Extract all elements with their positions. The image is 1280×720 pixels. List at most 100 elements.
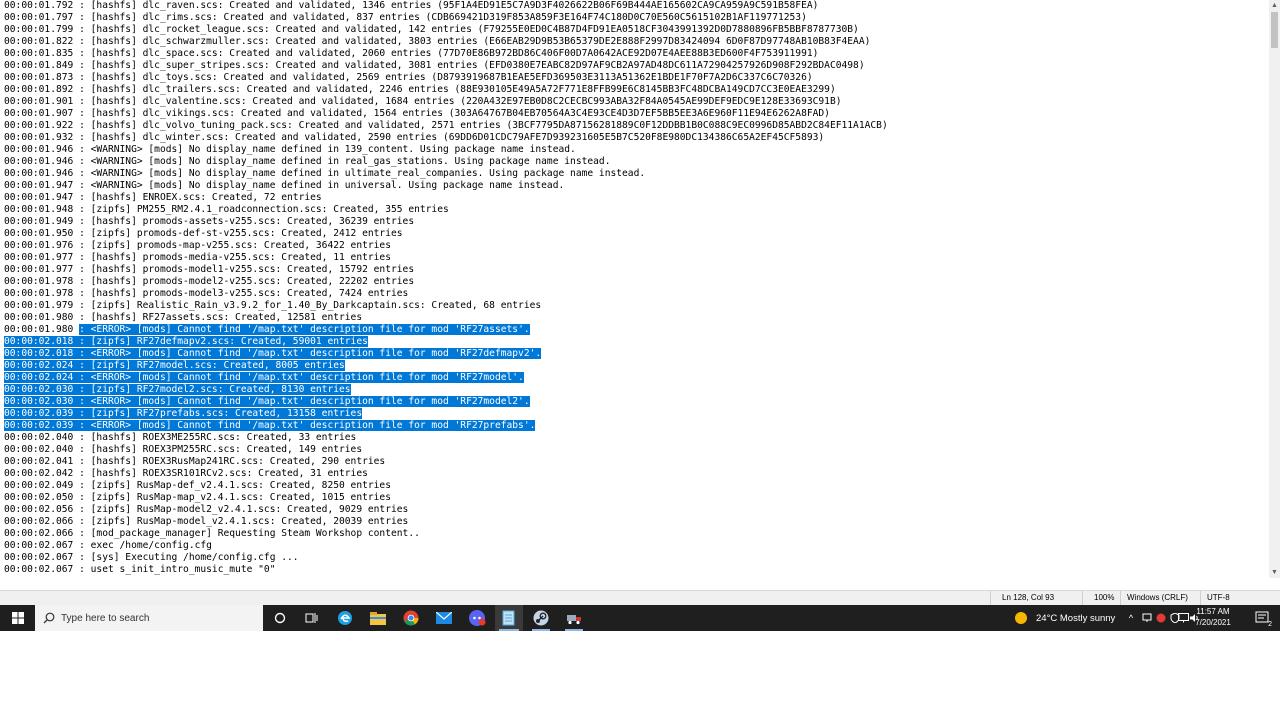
- taskbar-edge[interactable]: [332, 605, 358, 631]
- log-line: 00:00:01.849 : [hashfs] dlc_super_stripe…: [4, 60, 865, 71]
- weather-text: 24°C Mostly sunny: [1036, 612, 1116, 624]
- log-line: 00:00:01.977 : [hashfs] promods-media-v2…: [4, 252, 391, 263]
- taskbar: Type here to search 24°C Mostly sunny ^ …: [0, 605, 1280, 631]
- status-bar: Ln 128, Col 93 100% Windows (CRLF) UTF-8: [0, 590, 1280, 605]
- selected-text: 00:00:02.030 : <ERROR> [mods] Cannot fin…: [4, 396, 530, 407]
- taskbar-game-app[interactable]: [561, 605, 587, 631]
- log-line: 00:00:02.067 : [sys] Executing /home/con…: [4, 552, 299, 563]
- log-line: 00:00:02.067 : exec /home/config.cfg: [4, 540, 212, 551]
- cortana-icon: [274, 612, 286, 624]
- log-line: 00:00:01.792 : [hashfs] dlc_raven.scs: C…: [4, 0, 819, 11]
- log-line: 00:00:01.922 : [hashfs] dlc_volvo_tuning…: [4, 120, 888, 131]
- log-line: 00:00:02.024 : <ERROR> [mods] Cannot fin…: [4, 372, 888, 384]
- taskbar-chrome[interactable]: [398, 605, 424, 631]
- log-line: 00:00:01.947 : <WARNING> [mods] No displ…: [4, 180, 565, 191]
- monitor-icon[interactable]: [1176, 605, 1190, 631]
- log-line: 00:00:02.040 : [hashfs] ROEX3ME255RC.scs…: [4, 432, 357, 443]
- sun-icon: [1015, 612, 1027, 624]
- log-line: 00:00:01.946 : <WARNING> [mods] No displ…: [4, 144, 576, 155]
- cortana-button[interactable]: [267, 605, 293, 631]
- log-line: 00:00:02.066 : [mod_package_manager] Req…: [4, 528, 420, 539]
- network-icon[interactable]: [1141, 605, 1153, 631]
- log-line: 00:00:01.932 : [hashfs] dlc_winter.scs: …: [4, 132, 825, 143]
- start-button[interactable]: [0, 605, 35, 631]
- taskbar-discord[interactable]: [464, 605, 490, 631]
- log-lines: 00:00:01.792 : [hashfs] dlc_raven.scs: C…: [4, 0, 888, 576]
- selected-text: 00:00:02.039 : [zipfs] RF27prefabs.scs: …: [4, 408, 363, 419]
- taskbar-search[interactable]: Type here to search: [35, 605, 263, 631]
- taskbar-notepad[interactable]: [495, 605, 523, 631]
- encoding: UTF-8: [1207, 593, 1230, 602]
- selected-text: 00:00:02.024 : <ERROR> [mods] Cannot fin…: [4, 372, 524, 383]
- log-line: 00:00:01.980 : <ERROR> [mods] Cannot fin…: [4, 324, 530, 335]
- text-editor[interactable]: 00:00:01.792 : [hashfs] dlc_raven.scs: C…: [0, 0, 1269, 578]
- folder-icon: [370, 611, 386, 625]
- selected-text: 00:00:02.030 : [zipfs] RF27model2.scs: C…: [4, 384, 351, 395]
- chrome-icon: [403, 610, 419, 626]
- taskbar-file-explorer[interactable]: [365, 605, 391, 631]
- log-line: 00:00:01.946 : <WARNING> [mods] No displ…: [4, 168, 646, 179]
- selected-text: 00:00:02.039 : <ERROR> [mods] Cannot fin…: [4, 420, 536, 431]
- clock-time: 11:57 AM: [1196, 607, 1230, 616]
- log-line: 00:00:01.873 : [hashfs] dlc_toys.scs: Cr…: [4, 72, 813, 83]
- vertical-scrollbar[interactable]: ▲ ▼: [1269, 0, 1280, 578]
- active-indicator: [532, 629, 550, 631]
- windows-icon: [11, 612, 24, 624]
- log-line: 00:00:02.030 : [zipfs] RF27model2.scs: C…: [4, 384, 888, 396]
- discord-icon: [469, 610, 486, 626]
- weather-widget[interactable]: 24°C Mostly sunny: [1014, 605, 1115, 631]
- truck-game-icon: [567, 615, 581, 625]
- selected-text: 00:00:02.018 : [zipfs] RF27defmapv2.scs:…: [4, 336, 368, 347]
- scroll-up-icon[interactable]: ▲: [1269, 0, 1280, 11]
- notepad-icon: [502, 610, 515, 626]
- selected-text: 00:00:02.024 : [zipfs] RF27model.scs: Cr…: [4, 360, 345, 371]
- log-line: 00:00:02.049 : [zipfs] RusMap-def_v2.4.1…: [4, 480, 391, 491]
- edge-icon: [338, 611, 352, 625]
- action-center-button[interactable]: 2: [1250, 605, 1276, 631]
- steam-icon: [533, 610, 549, 626]
- scroll-down-icon[interactable]: ▼: [1269, 567, 1280, 578]
- task-view-icon: [305, 613, 317, 623]
- task-view-button[interactable]: [298, 605, 324, 631]
- log-line: 00:00:01.949 : [hashfs] promods-assets-v…: [4, 216, 415, 227]
- log-line: 00:00:01.835 : [hashfs] dlc_space.scs: C…: [4, 48, 819, 59]
- log-line: 00:00:02.056 : [zipfs] RusMap-model2_v2.…: [4, 504, 409, 515]
- taskbar-mail[interactable]: [431, 605, 457, 631]
- log-line: 00:00:01.978 : [hashfs] promods-model3-v…: [4, 288, 409, 299]
- active-indicator: [565, 629, 583, 631]
- log-line: 00:00:02.039 : [zipfs] RF27prefabs.scs: …: [4, 408, 888, 420]
- log-line: 00:00:02.039 : <ERROR> [mods] Cannot fin…: [4, 420, 888, 432]
- log-line: 00:00:02.018 : [zipfs] RF27defmapv2.scs:…: [4, 336, 888, 348]
- log-line: 00:00:02.018 : <ERROR> [mods] Cannot fin…: [4, 348, 888, 360]
- mail-icon: [436, 612, 452, 624]
- log-line: 00:00:01.948 : [zipfs] PM255_RM2.4.1_roa…: [4, 204, 449, 215]
- status-separator: [990, 591, 991, 605]
- status-separator: [1200, 591, 1201, 605]
- log-line: 00:00:01.947 : [hashfs] ENROEX.scs: Crea…: [4, 192, 322, 203]
- selected-text: : <ERROR> [mods] Cannot find '/map.txt' …: [79, 324, 530, 335]
- log-line: 00:00:01.907 : [hashfs] dlc_vikings.scs:…: [4, 108, 830, 119]
- clock[interactable]: 11:57 AM 7/20/2021: [1192, 606, 1234, 628]
- scrollbar-thumb[interactable]: [1271, 12, 1278, 48]
- log-line: 00:00:01.799 : [hashfs] dlc_rocket_leagu…: [4, 24, 859, 35]
- log-line: 00:00:02.024 : [zipfs] RF27model.scs: Cr…: [4, 360, 888, 372]
- taskbar-steam[interactable]: [528, 605, 554, 631]
- log-line: 00:00:02.050 : [zipfs] RusMap-map_v2.4.1…: [4, 492, 391, 503]
- log-line: 00:00:02.041 : [hashfs] ROEX3RusMap241RC…: [4, 456, 386, 467]
- log-line: 00:00:02.066 : [zipfs] RusMap-model_v2.4…: [4, 516, 409, 527]
- chevron-up-icon[interactable]: ^: [1124, 605, 1138, 631]
- log-line: 00:00:01.797 : [hashfs] dlc_rims.scs: Cr…: [4, 12, 807, 23]
- log-line: 00:00:01.980 : [hashfs] RF27assets.scs: …: [4, 312, 363, 323]
- log-line: 00:00:02.030 : <ERROR> [mods] Cannot fin…: [4, 396, 888, 408]
- log-line: 00:00:02.067 : uset s_init_intro_music_m…: [4, 564, 276, 575]
- cursor-position: Ln 128, Col 93: [1002, 593, 1055, 602]
- search-icon: [43, 612, 55, 624]
- search-placeholder: Type here to search: [61, 612, 150, 624]
- antivirus-icon[interactable]: [1155, 605, 1167, 631]
- log-line: 00:00:01.892 : [hashfs] dlc_trailers.scs…: [4, 84, 836, 95]
- log-line: 00:00:01.978 : [hashfs] promods-model2-v…: [4, 276, 415, 287]
- log-line: 00:00:01.946 : <WARNING> [mods] No displ…: [4, 156, 611, 167]
- active-indicator: [499, 629, 519, 631]
- status-separator: [1120, 591, 1121, 605]
- log-line: 00:00:01.901 : [hashfs] dlc_valentine.sc…: [4, 96, 842, 107]
